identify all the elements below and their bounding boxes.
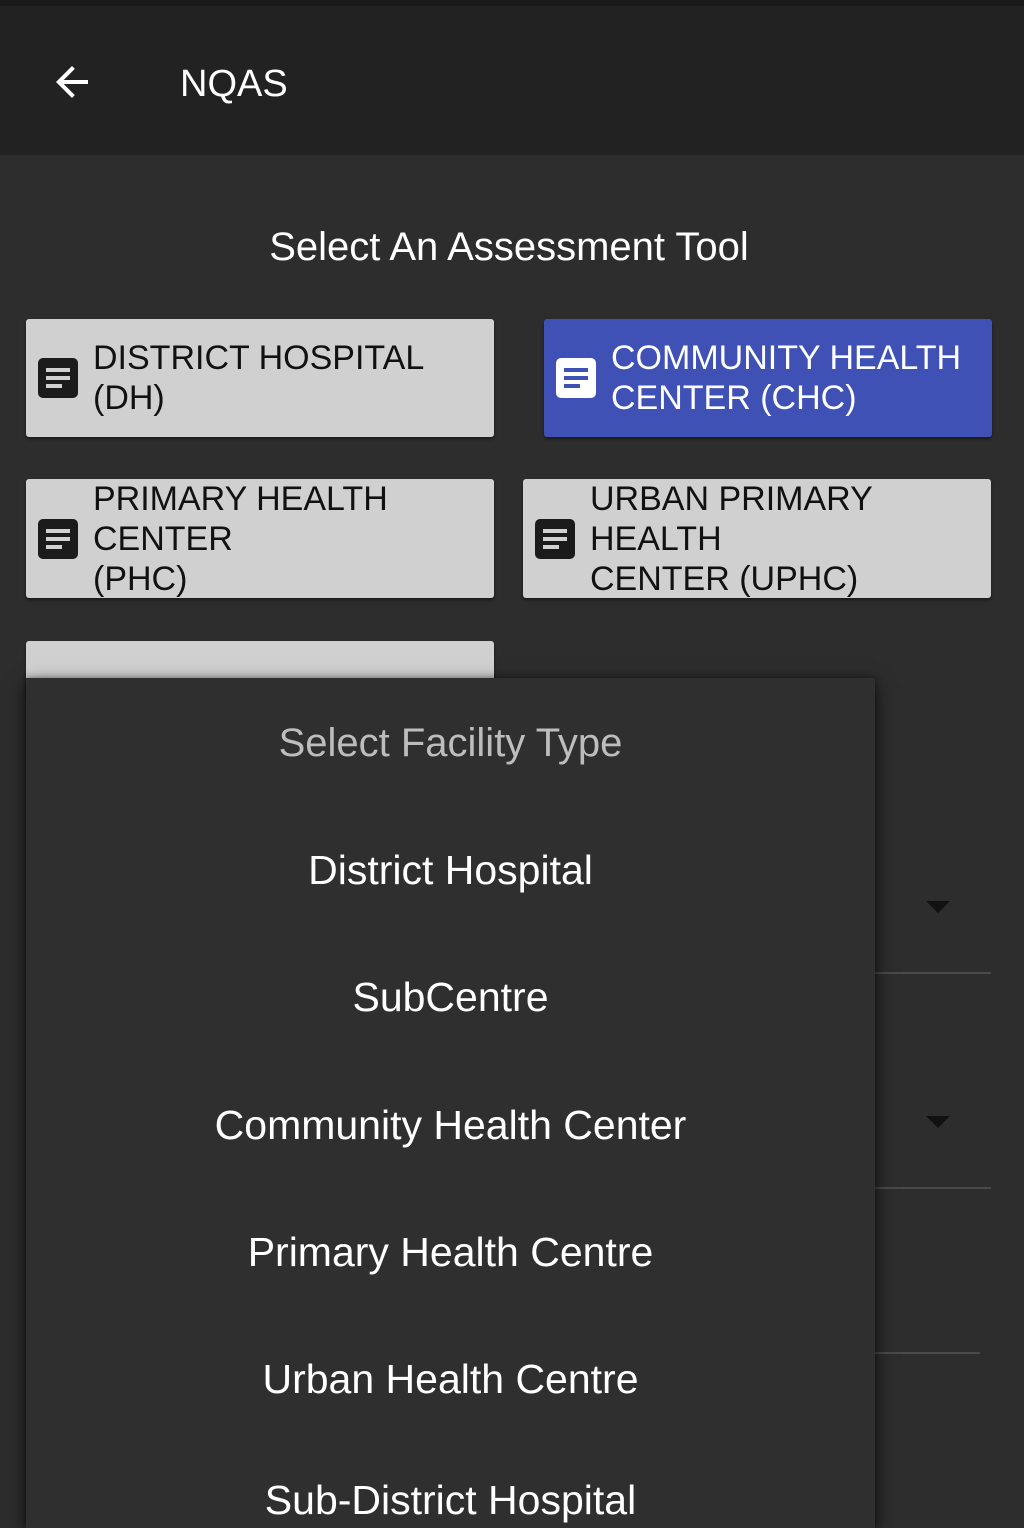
tool-button-label: DISTRICT HOSPITAL (DH) <box>93 339 423 417</box>
menu-header: Select Facility Type <box>278 721 623 765</box>
document-icon <box>556 358 596 398</box>
tool-button-phc[interactable]: PRIMARY HEALTH CENTER (PHC) <box>26 479 494 598</box>
document-icon <box>38 358 78 398</box>
menu-item-community-health-center[interactable]: Community Health Center <box>26 1062 875 1189</box>
tool-button-label: URBAN PRIMARY HEALTH CENTER (UPHC) <box>590 479 873 598</box>
document-icon <box>38 518 78 559</box>
dropdown-underline <box>875 1187 991 1189</box>
tool-button-chc[interactable]: COMMUNITY HEALTH CENTER (CHC) <box>544 319 992 437</box>
tool-button-label: PRIMARY HEALTH CENTER (PHC) <box>93 479 388 598</box>
menu-item-sub-district-hospital[interactable]: Sub-District Hospital <box>26 1437 875 1528</box>
field-underline <box>875 1352 980 1354</box>
chevron-down-icon[interactable] <box>926 901 950 913</box>
menu-item-district-hospital[interactable]: District Hospital <box>26 807 875 934</box>
document-icon <box>535 518 575 559</box>
menu-item-primary-health-centre[interactable]: Primary Health Centre <box>26 1189 875 1316</box>
app-bar: NQAS <box>0 0 1024 155</box>
tool-button-dh[interactable]: DISTRICT HOSPITAL (DH) <box>26 319 494 437</box>
tool-button-uphc[interactable]: URBAN PRIMARY HEALTH CENTER (UPHC) <box>523 479 991 598</box>
page-title-text: Select An Assessment Tool <box>269 225 749 269</box>
back-button[interactable] <box>40 50 104 114</box>
dropdown-underline <box>875 972 991 974</box>
status-strip <box>0 0 1024 6</box>
tool-button-label: COMMUNITY HEALTH CENTER (CHC) <box>611 339 962 417</box>
menu-item-subcentre[interactable]: SubCentre <box>26 934 875 1061</box>
page-title: Select An Assessment Tool <box>0 222 1024 272</box>
arrow-left-icon <box>56 66 88 98</box>
chevron-down-icon[interactable] <box>926 1116 950 1128</box>
menu-item-urban-health-centre[interactable]: Urban Health Centre <box>26 1316 875 1443</box>
app-title: NQAS <box>180 63 288 105</box>
facility-type-menu: Select Facility Type District Hospital S… <box>26 678 875 1528</box>
